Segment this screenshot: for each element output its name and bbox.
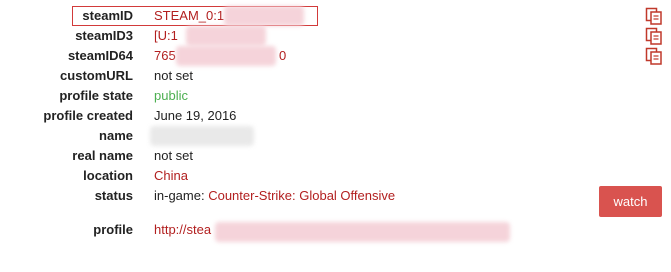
- row-steamid64: steamID64 765 0: [0, 46, 671, 66]
- name-redacted: [150, 126, 254, 146]
- row-name: name: [0, 126, 671, 146]
- name-label: name: [99, 128, 133, 143]
- real-name-label: real name: [72, 148, 133, 163]
- status-label: status: [94, 188, 133, 203]
- profile-created-label: profile created: [43, 108, 133, 123]
- location-label: location: [83, 168, 133, 183]
- steamid-label: steamID: [82, 8, 133, 23]
- steamid3-value[interactable]: [U:1: [154, 28, 178, 43]
- row-steamid: steamID STEAM_0:1: [0, 6, 671, 26]
- profile-url-link[interactable]: http://stea: [154, 222, 211, 237]
- profile-state-value: public: [154, 88, 188, 103]
- row-steamid3: steamID3 [U:1: [0, 26, 671, 46]
- copy-icon[interactable]: [645, 47, 663, 65]
- status-game-link[interactable]: Counter-Strike: Global Offensive: [208, 188, 395, 203]
- steamid3-redacted: [186, 26, 266, 46]
- steamid64-tail: 0: [279, 48, 287, 63]
- row-customurl: customURL not set: [0, 66, 671, 86]
- row-status: status in-game: Counter-Strike: Global O…: [0, 186, 671, 206]
- steamid3-label: steamID3: [75, 28, 133, 43]
- row-profile-created: profile created June 19, 2016: [0, 106, 671, 126]
- location-value[interactable]: China: [154, 168, 188, 183]
- steamid64-label: steamID64: [67, 48, 133, 63]
- copy-icon[interactable]: [645, 7, 663, 25]
- row-profile-state: profile state public: [0, 86, 671, 106]
- customurl-label: customURL: [60, 68, 133, 83]
- profile-url-label: profile: [93, 222, 133, 237]
- real-name-value: not set: [154, 148, 194, 163]
- profile-state-label: profile state: [59, 88, 133, 103]
- status-prefix: in-game:: [154, 188, 205, 203]
- status-value: in-game: Counter-Strike: Global Offensiv…: [154, 188, 395, 203]
- steamid-redacted: [224, 6, 304, 26]
- steamid-value[interactable]: STEAM_0:1: [154, 8, 224, 23]
- profile-created-value: June 19, 2016: [154, 108, 237, 123]
- row-location: location China: [0, 166, 671, 186]
- copy-icon[interactable]: [645, 27, 663, 45]
- row-profile-url: profile http://stea: [0, 220, 671, 242]
- steamid64-redacted: [176, 46, 276, 66]
- steamid64-value[interactable]: 765: [154, 48, 176, 63]
- profile-url-redacted: [215, 222, 510, 242]
- row-real-name: real name not set: [0, 146, 671, 166]
- customurl-value: not set: [154, 68, 194, 83]
- watch-button[interactable]: watch: [599, 186, 662, 217]
